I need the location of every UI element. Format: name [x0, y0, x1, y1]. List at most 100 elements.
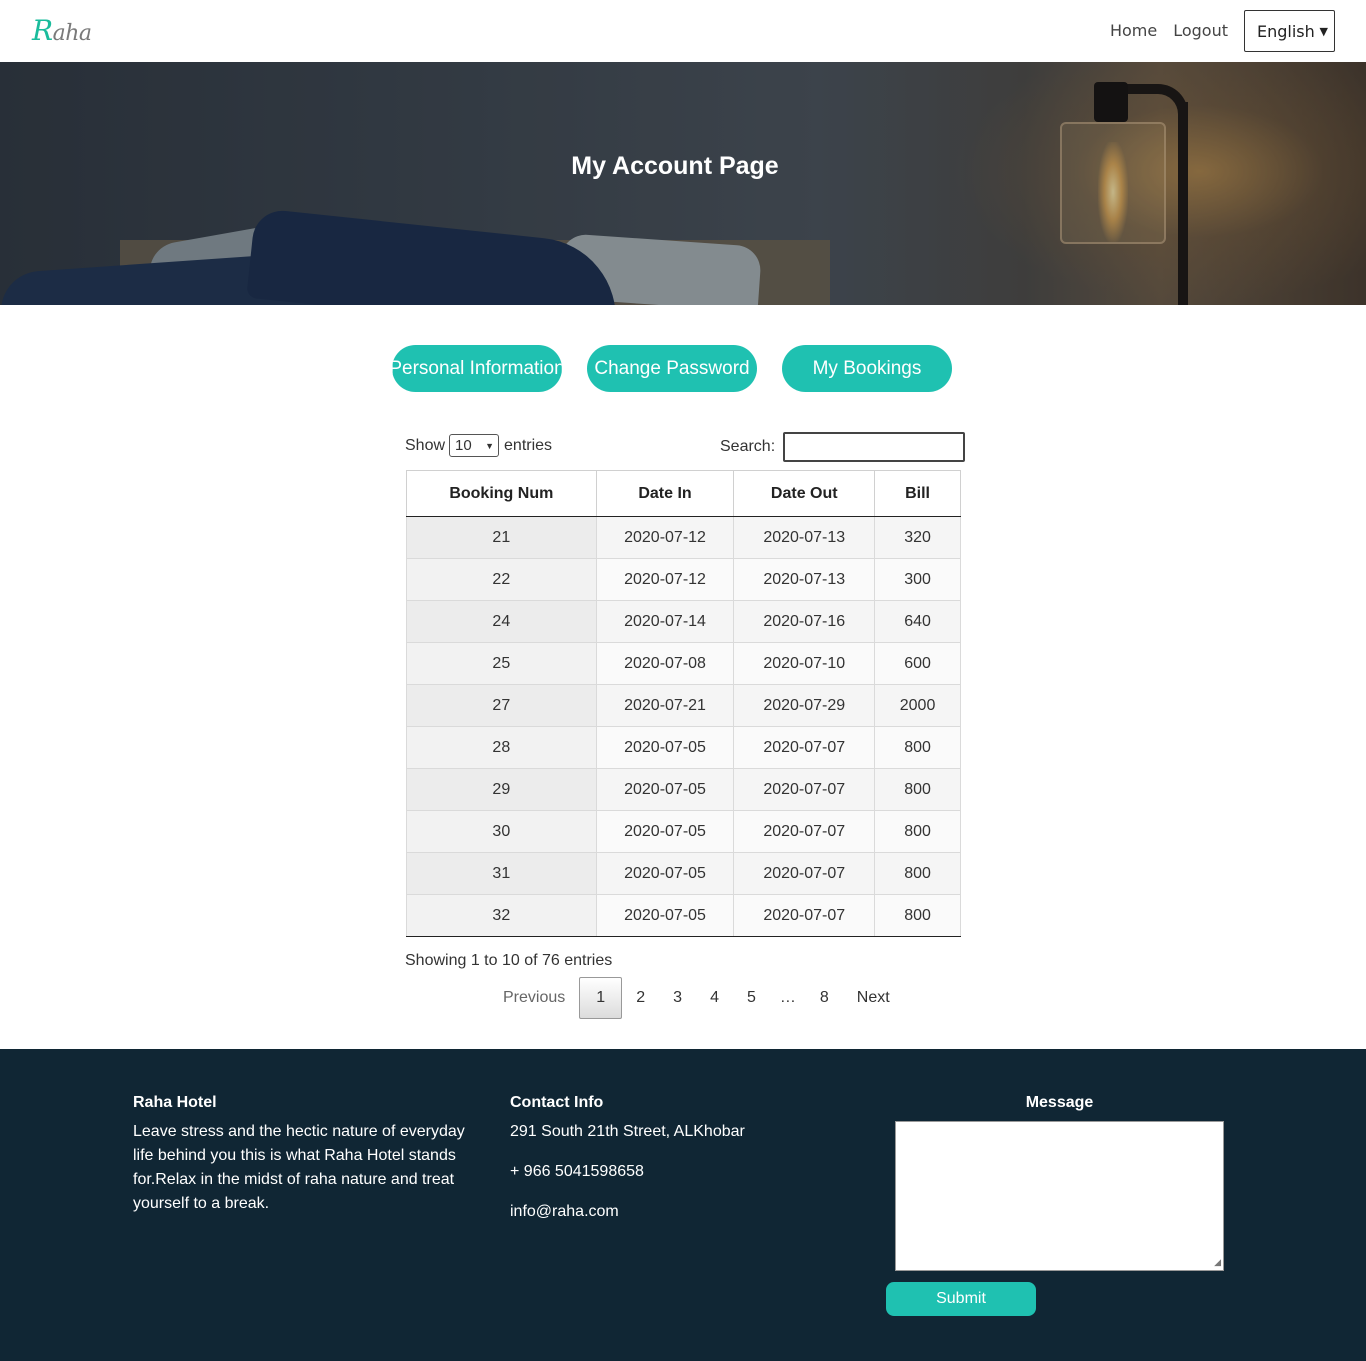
language-selected-value: English — [1257, 21, 1315, 41]
table-cell-date-out: 2020-07-10 — [733, 642, 876, 685]
footer-address: 291 South 21th Street, ALKhobar — [510, 1123, 745, 1140]
column-header-date-in[interactable]: Date In — [595, 470, 735, 517]
table-cell-date-in: 2020-07-05 — [595, 768, 735, 811]
pagination-ellipsis: … — [779, 989, 796, 1006]
nav-links: Home Logout English ▼ — [1110, 10, 1335, 52]
table-cell-booking-num: 21 — [406, 516, 597, 559]
table-cell-date-out: 2020-07-13 — [733, 558, 876, 601]
pagination-page[interactable]: 3 — [659, 977, 696, 1019]
entries-length-control: Show 10 ▼ entries — [405, 434, 552, 457]
table-cell-booking-num: 25 — [406, 642, 597, 685]
table-cell-date-out: 2020-07-29 — [733, 684, 876, 727]
table-cell-date-in: 2020-07-21 — [595, 684, 735, 727]
hero-banner: My Account Page — [0, 62, 1366, 305]
table-cell-bill: 800 — [874, 894, 961, 937]
table-cell-date-in: 2020-07-12 — [595, 558, 735, 601]
table-cell-bill: 800 — [874, 810, 961, 853]
search-input[interactable] — [783, 432, 966, 462]
footer-contact: Contact Info 291 South 21th Street, ALKh… — [510, 1094, 830, 1240]
table-cell-booking-num: 22 — [406, 558, 597, 601]
footer-phone: + 966 5041598658 — [510, 1163, 644, 1180]
table-row: 27 2020-07-21 2020-07-29 2000 — [406, 684, 961, 727]
pagination-next[interactable]: Next — [843, 977, 904, 1019]
chevron-down-icon: ▼ — [485, 440, 495, 451]
nav-logout-link[interactable]: Logout — [1173, 10, 1228, 52]
pagination-page[interactable]: 4 — [696, 977, 733, 1019]
footer-about-text: Leave stress and the hectic nature of ev… — [133, 1123, 465, 1212]
table-cell-date-out: 2020-07-07 — [733, 768, 876, 811]
table-cell-date-in: 2020-07-05 — [595, 810, 735, 853]
table-cell-bill: 640 — [874, 600, 961, 643]
table-header-row: Booking Num Date In Date Out Bill — [406, 470, 961, 517]
table-cell-date-in: 2020-07-05 — [595, 894, 735, 937]
logo-initial: R — [32, 14, 53, 47]
footer-contact-heading: Contact Info — [510, 1094, 604, 1111]
bookings-table: Booking Num Date In Date Out Bill 21 2020… — [406, 470, 961, 937]
language-select[interactable]: English ▼ — [1244, 10, 1335, 52]
table-cell-date-in: 2020-07-08 — [595, 642, 735, 685]
table-cell-date-in: 2020-07-05 — [595, 852, 735, 895]
table-cell-bill: 2000 — [874, 684, 961, 727]
entries-select-value: 10 — [455, 437, 472, 454]
table-cell-booking-num: 28 — [406, 726, 597, 769]
personal-information-button[interactable]: Personal Information — [392, 345, 562, 392]
column-header-bill[interactable]: Bill — [874, 470, 961, 517]
table-cell-booking-num: 27 — [406, 684, 597, 727]
page-title: My Account Page — [571, 152, 779, 180]
footer: Raha Hotel Leave stress and the hectic n… — [0, 1049, 1366, 1361]
column-header-date-out[interactable]: Date Out — [733, 470, 876, 517]
table-info: Showing 1 to 10 of 76 entries — [405, 952, 613, 969]
table-cell-bill: 800 — [874, 852, 961, 895]
table-row: 30 2020-07-05 2020-07-07 800 — [406, 810, 961, 853]
pagination-page[interactable]: 5 — [733, 977, 770, 1019]
table-cell-date-out: 2020-07-16 — [733, 600, 876, 643]
table-cell-date-in: 2020-07-14 — [595, 600, 735, 643]
table-search-control: Search: — [720, 432, 966, 462]
table-cell-date-in: 2020-07-05 — [595, 726, 735, 769]
pagination-page[interactable]: 2 — [622, 977, 659, 1019]
table-cell-booking-num: 24 — [406, 600, 597, 643]
table-row: 24 2020-07-14 2020-07-16 640 — [406, 600, 961, 643]
table-cell-booking-num: 30 — [406, 810, 597, 853]
pagination-page[interactable]: 8 — [806, 977, 843, 1019]
change-password-button[interactable]: Change Password — [587, 345, 757, 392]
table-cell-date-out: 2020-07-07 — [733, 726, 876, 769]
table-cell-bill: 800 — [874, 768, 961, 811]
table-cell-date-in: 2020-07-12 — [595, 516, 735, 559]
brand-logo[interactable]: Raha — [32, 14, 92, 47]
footer-about-heading: Raha Hotel — [133, 1094, 217, 1111]
table-cell-bill: 300 — [874, 558, 961, 601]
show-label: Show — [405, 436, 446, 454]
search-label: Search: — [720, 438, 776, 455]
table-cell-date-out: 2020-07-13 — [733, 516, 876, 559]
footer-email: info@raha.com — [510, 1203, 619, 1220]
resize-handle-icon[interactable]: ◢ — [1214, 1257, 1221, 1268]
table-row: 22 2020-07-12 2020-07-13 300 — [406, 558, 961, 601]
pagination: Previous 1 2 3 4 5 … 8 Next — [489, 977, 904, 1019]
table-cell-booking-num: 32 — [406, 894, 597, 937]
pagination-page[interactable]: 1 — [579, 977, 623, 1019]
table-row: 28 2020-07-05 2020-07-07 800 — [406, 726, 961, 769]
logo-text: aha — [52, 21, 92, 46]
column-header-booking-num[interactable]: Booking Num — [406, 470, 597, 517]
table-cell-bill: 600 — [874, 642, 961, 685]
nav-home-link[interactable]: Home — [1110, 10, 1157, 52]
table-cell-booking-num: 29 — [406, 768, 597, 811]
chevron-down-icon: ▼ — [1319, 24, 1328, 38]
table-row: 25 2020-07-08 2020-07-10 600 — [406, 642, 961, 685]
table-cell-date-out: 2020-07-07 — [733, 852, 876, 895]
table-cell-date-out: 2020-07-07 — [733, 894, 876, 937]
table-row: 32 2020-07-05 2020-07-07 800 — [406, 894, 961, 937]
message-textarea[interactable]: ◢ — [895, 1121, 1224, 1271]
my-bookings-button[interactable]: My Bookings — [782, 345, 952, 392]
table-row: 29 2020-07-05 2020-07-07 800 — [406, 768, 961, 811]
entries-select[interactable]: 10 ▼ — [449, 434, 500, 457]
table-cell-date-out: 2020-07-07 — [733, 810, 876, 853]
table-row: 31 2020-07-05 2020-07-07 800 — [406, 852, 961, 895]
submit-button[interactable]: Submit — [886, 1282, 1036, 1316]
navbar: Raha Home Logout English ▼ — [0, 0, 1366, 62]
message-label: Message — [1025, 1094, 1094, 1111]
footer-about: Raha Hotel Leave stress and the hectic n… — [133, 1094, 473, 1216]
hero-overlay — [0, 62, 1366, 305]
pagination-previous[interactable]: Previous — [489, 977, 579, 1019]
